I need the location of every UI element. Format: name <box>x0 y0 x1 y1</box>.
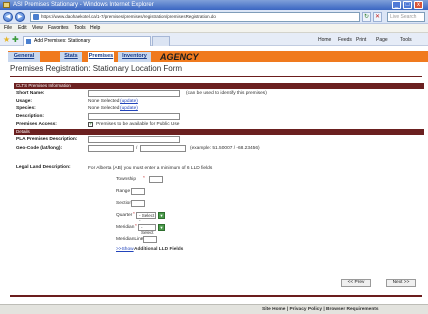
browser-window: ASI Premises Stationary - Windows Intern… <box>0 0 428 314</box>
usage-value: None Selected <box>88 99 120 104</box>
address-url: https://www.daohaekotel.ca/1-7/premises/… <box>41 14 216 19</box>
refresh-button[interactable]: ↻ <box>362 12 371 22</box>
minimize-button[interactable]: _ <box>392 1 401 9</box>
meridian-required-mark: * <box>135 224 137 229</box>
premises-access-label: Premises Access: <box>16 122 57 127</box>
maximize-button[interactable]: □ <box>403 1 412 9</box>
lld-label: Legal Land Description: <box>16 165 71 170</box>
township-label: Township <box>116 177 136 182</box>
tab-label: Add Premises: Stationary <box>34 38 91 44</box>
latitude-input[interactable] <box>88 145 134 152</box>
home-tool[interactable]: Home <box>318 36 331 44</box>
add-favorite-icon[interactable]: ✚ <box>12 35 19 44</box>
pla-description-label: PLA Premises Description: <box>16 137 78 142</box>
meridian-line-input[interactable] <box>143 236 157 243</box>
township-required-mark: * <box>143 176 145 181</box>
tab-add-premises[interactable]: Add Premises: Stationary <box>23 36 151 46</box>
show-additional-lld-text: Additional LLD Fields <box>134 247 184 252</box>
menu-file[interactable]: File <box>4 25 12 32</box>
description-label: Description: <box>16 114 44 119</box>
geo-code-label: Geo-Code (lat/long): <box>16 146 63 151</box>
favorites-star-icon[interactable]: ★ <box>3 35 10 44</box>
menu-help[interactable]: Help <box>90 25 100 32</box>
meridian-line-label: MeridianLine <box>116 237 144 242</box>
address-toolbar: ◀ ▶ https://www.daohaekotel.ca/1-7/premi… <box>0 10 428 24</box>
menu-favorites[interactable]: Favorites <box>48 25 69 32</box>
tab-page-icon <box>26 39 31 44</box>
show-additional-lld-link[interactable]: >>Show <box>116 247 134 253</box>
section-header-details: Details <box>14 129 424 135</box>
title-bar: ASI Premises Stationary - Windows Intern… <box>0 0 428 10</box>
close-button[interactable]: x <box>414 1 423 9</box>
page-tool[interactable]: Page <box>376 36 388 44</box>
short-name-label: Short Name: <box>16 91 45 96</box>
pla-description-input[interactable] <box>88 136 180 143</box>
township-input[interactable] <box>149 176 163 183</box>
feeds-tool[interactable]: Feeds <box>338 36 352 44</box>
page-content: General Stats Premises Inventory AGENCY … <box>0 47 428 304</box>
lld-note: For Alberta (AB) you must enter a minimu… <box>88 166 213 171</box>
species-label: Species: <box>16 106 36 111</box>
back-button[interactable]: ◀ <box>3 12 13 22</box>
status-bar: Site Home | Privacy Policy | Browser Req… <box>0 304 428 314</box>
prev-button[interactable]: << Prev <box>341 279 371 287</box>
quarter-select[interactable]: - Select - <box>136 212 156 223</box>
meridian-select[interactable]: - Select - <box>138 224 156 240</box>
footer-links[interactable]: Site Home | Privacy Policy | Browser Req… <box>262 306 379 313</box>
forward-button[interactable]: ▶ <box>15 12 25 22</box>
short-name-input[interactable] <box>88 90 180 97</box>
short-name-hint: (can be used to identify this premises) <box>186 91 267 96</box>
range-input[interactable] <box>131 188 145 195</box>
nav-tab-inventory[interactable]: Inventory <box>118 52 151 62</box>
geo-example: (example: 51.50007 / -68.23456) <box>190 146 260 151</box>
menu-bar: File Edit View Favorites Tools Help <box>0 24 428 33</box>
nav-tab-stats[interactable]: Stats <box>60 52 82 62</box>
nav-tab-premises[interactable]: Premises <box>88 52 114 62</box>
page-title: Premises Registration: Stationary Locati… <box>10 64 183 73</box>
footer-divider <box>10 295 422 297</box>
site-nav: General Stats Premises Inventory AGENCY <box>8 51 428 62</box>
section-label: Section <box>116 201 132 206</box>
longitude-input[interactable] <box>140 145 186 152</box>
menu-tools[interactable]: Tools <box>74 25 86 32</box>
public-use-checkbox[interactable]: ✓ <box>88 122 93 127</box>
stop-button[interactable]: ✕ <box>373 12 382 22</box>
quarter-required-mark: * <box>133 212 135 217</box>
search-input[interactable]: Live Search <box>387 12 425 22</box>
section-header-clts: CLTS Premises Information <box>14 83 424 89</box>
title-divider <box>10 76 422 77</box>
usage-update-link[interactable]: (update) <box>120 99 138 105</box>
agency-logo-text: AGENCY <box>160 52 199 62</box>
quarter-label: Quarter <box>116 213 133 218</box>
new-tab-button[interactable] <box>152 36 170 46</box>
species-update-link[interactable]: (update) <box>120 106 138 112</box>
meridian-dropdown-icon[interactable]: ▼ <box>158 224 165 231</box>
species-value: None Selected <box>88 106 120 111</box>
ie-app-icon <box>3 2 10 8</box>
quarter-dropdown-icon[interactable]: ▼ <box>158 212 165 219</box>
nav-tab-general[interactable]: General <box>8 52 40 62</box>
menu-view[interactable]: View <box>32 25 43 32</box>
tools-tool[interactable]: Tools <box>400 36 412 44</box>
range-label: Range <box>116 189 131 194</box>
description-input[interactable] <box>88 113 180 120</box>
tab-bar: ★ ✚ Add Premises: Stationary Home Feeds … <box>0 33 428 46</box>
usage-label: Usage: <box>16 99 32 104</box>
next-button[interactable]: Next >> <box>386 279 416 287</box>
geo-separator: / <box>136 146 138 151</box>
menu-edit[interactable]: Edit <box>18 25 27 32</box>
print-tool[interactable]: Print <box>356 36 366 44</box>
public-use-text: Premises to be available for Public Use <box>96 122 180 127</box>
page-icon <box>33 14 39 20</box>
section-input[interactable] <box>131 200 145 207</box>
meridian-label: Meridian <box>116 225 135 230</box>
address-field[interactable]: https://www.daohaekotel.ca/1-7/premises/… <box>30 12 360 22</box>
window-title: ASI Premises Stationary - Windows Intern… <box>13 2 154 8</box>
